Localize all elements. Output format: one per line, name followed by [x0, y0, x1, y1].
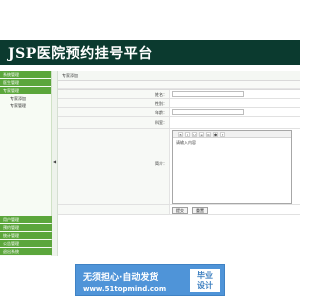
sidebar-subitem-add-expert[interactable]: 专家添加 — [0, 95, 51, 102]
collapse-arrow-icon[interactable]: ◀ — [53, 159, 56, 164]
bold-icon[interactable]: B — [178, 131, 183, 137]
form-actions: 提交 重置 — [172, 207, 208, 214]
sidebar-bottom-menu: 用户管理 预约管理 统计管理 公告管理 退出系统 — [0, 216, 52, 256]
top-header: JSP医院预约挂号平台 — [0, 40, 300, 65]
italic-icon[interactable]: I — [185, 131, 190, 137]
main-content: 专家添加 姓名： 性别： 男 女 — [58, 71, 300, 256]
editor-toolbar: B I U ≡ ⧉ ☻ ? — [173, 131, 291, 138]
promo-badge: 毕业 设计 — [190, 269, 220, 292]
form-row-name: 姓名： — [58, 90, 300, 99]
breadcrumb-spacer — [58, 81, 300, 89]
gender-label: 性别： — [155, 101, 167, 106]
sidebar-item-system-management[interactable]: 系统管理 — [0, 71, 51, 78]
copy-icon[interactable]: ⧉ — [206, 131, 211, 137]
name-field — [172, 91, 244, 97]
promo-line-2: www.51topmind.com — [83, 285, 167, 293]
age-input[interactable] — [172, 109, 244, 115]
app-window: JSP医院预约挂号平台 系统管理 医生管理 专家管理 专家添加 专家管理 用户管… — [0, 0, 300, 256]
help-icon[interactable]: ? — [220, 131, 225, 137]
form-row-actions: 提交 重置 — [58, 205, 300, 215]
watermark-banner: 无须担心·自动发货 www.51topmind.com 毕业 设计 — [0, 256, 300, 300]
form-row-gender: 性别： 男 女 — [58, 99, 300, 114]
age-field — [172, 109, 244, 115]
form-row-department: 科室： 请选择科室 ▾ — [58, 117, 300, 137]
page-title: JSP医院预约挂号平台 — [8, 46, 153, 62]
sidebar-item-expert-management[interactable]: 专家管理 — [0, 87, 51, 94]
age-label: 年龄： — [155, 110, 167, 115]
sidebar-item-user-management[interactable]: 用户管理 — [0, 216, 52, 223]
department-label: 科室： — [155, 120, 167, 125]
name-input[interactable] — [172, 91, 244, 97]
introduction-label: 简介： — [155, 161, 167, 166]
align-icon[interactable]: ≡ — [199, 131, 204, 137]
breadcrumb: 专家添加 — [58, 71, 300, 81]
reset-button[interactable]: 重置 — [192, 207, 208, 214]
form-row-age: 年龄： — [58, 108, 300, 117]
sidebar-item-statistics-management[interactable]: 统计管理 — [0, 232, 52, 239]
form-row-introduction: 简介： B I U ≡ ⧉ ☻ ? 请输入内容 — [58, 129, 300, 205]
label-background — [58, 205, 170, 214]
introduction-editor-body[interactable]: 请输入内容 — [174, 139, 290, 202]
sidebar-item-announcement-management[interactable]: 公告管理 — [0, 240, 52, 247]
emoji-icon[interactable]: ☻ — [213, 131, 218, 137]
promo-card: 无须担心·自动发货 www.51topmind.com 毕业 设计 — [75, 264, 225, 296]
sidebar: 系统管理 医生管理 专家管理 专家添加 专家管理 用户管理 预约管理 统计管理 … — [0, 71, 52, 256]
submit-button[interactable]: 提交 — [172, 207, 188, 214]
promo-badge-line-1: 毕业 — [197, 271, 213, 280]
sidebar-item-appointment-management[interactable]: 预约管理 — [0, 224, 52, 231]
rich-text-editor[interactable]: B I U ≡ ⧉ ☻ ? 请输入内容 — [172, 130, 292, 204]
sidebar-item-doctor-management[interactable]: 医生管理 — [0, 79, 51, 86]
sidebar-item-logout[interactable]: 退出系统 — [0, 248, 52, 255]
promo-line-1: 无须担心·自动发货 — [83, 273, 159, 283]
name-label: 姓名： — [155, 92, 167, 97]
underline-icon[interactable]: U — [192, 131, 197, 137]
sidebar-subitem-manage-experts[interactable]: 专家管理 — [0, 102, 51, 109]
promo-badge-line-2: 设计 — [197, 281, 213, 290]
expert-form: 姓名： 性别： 男 女 年龄： — [58, 89, 300, 215]
